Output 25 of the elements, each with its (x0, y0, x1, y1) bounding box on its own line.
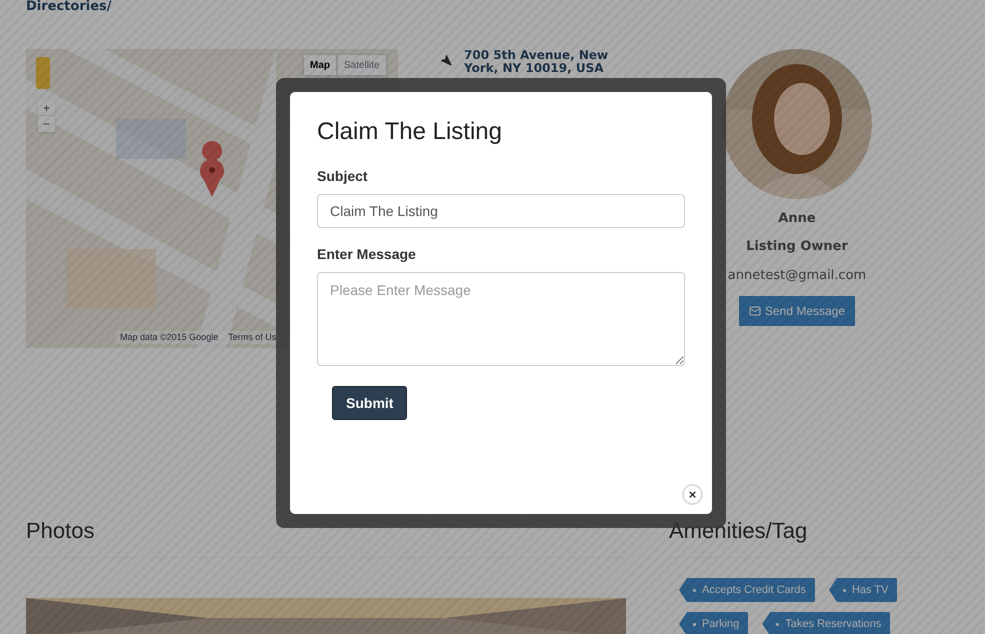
amenity-tag[interactable]: Has TV (828, 578, 898, 602)
subject-field[interactable]: Claim The Listing (317, 194, 685, 228)
owner-email: annetest@gmail.com (728, 267, 866, 285)
owner-name: Anne (778, 210, 816, 228)
close-button[interactable]: × (682, 484, 703, 505)
field-label: Enter Message (317, 245, 417, 264)
location-arrow-icon (440, 54, 452, 66)
amenity-tag[interactable]: Accepts Credit Cards (679, 578, 815, 602)
message-field[interactable]: Please Enter Message (317, 272, 685, 366)
modal-title: Claim The Listing (317, 118, 503, 146)
terms-link[interactable]: Terms of Us (228, 330, 276, 344)
map-type-tab[interactable]: Map (303, 54, 337, 76)
address-text: 700 5th Avenue, New York, NY 10019, USA (464, 49, 610, 75)
zoom-in-button[interactable]: + (38, 100, 55, 116)
field-label: Subject (317, 167, 369, 186)
send-message-button[interactable]: Send Message (738, 296, 856, 326)
amenity-tag[interactable]: Parking (679, 612, 748, 634)
mail-icon (748, 304, 761, 316)
submit-button[interactable]: Submit (332, 386, 408, 420)
map-type-tab[interactable]: Satellite (337, 54, 387, 76)
map-attribution: Map data ©2015 Google (120, 330, 218, 344)
owner-role: Listing Owner (746, 238, 848, 256)
zoom-out-button[interactable]: − (38, 116, 55, 132)
amenity-tag[interactable]: Takes Reservations (762, 612, 890, 634)
breadcrumb[interactable]: Directories/ (26, 0, 112, 16)
